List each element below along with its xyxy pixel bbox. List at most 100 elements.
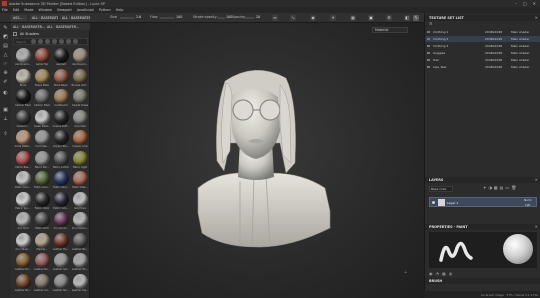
lazy-mouse-icon[interactable]: ∿ <box>290 15 296 21</box>
close-button[interactable]: ✕ <box>533 1 536 6</box>
paint-brush-icon[interactable]: ✎ <box>2 25 9 32</box>
material-swatch[interactable] <box>72 212 88 227</box>
material-swatch[interactable] <box>34 253 50 268</box>
stroke-opacity-slider[interactable] <box>217 17 225 19</box>
material-swatch[interactable] <box>15 48 31 63</box>
material-swatch[interactable] <box>34 130 50 145</box>
texture-set-row[interactable]: Clothing 3 2048x2048 Main shader <box>425 43 540 49</box>
flow-value[interactable]: 100 <box>176 15 182 19</box>
texture-set-resolution[interactable]: 2048x2048 <box>485 58 502 62</box>
projection-icon[interactable]: ▤ <box>2 43 9 50</box>
texture-set-row[interactable]: Clothing 1 2048x2048 Main shader <box>425 29 540 35</box>
texture-set-visibility-icon[interactable] <box>427 66 430 68</box>
material-swatch[interactable] <box>15 212 31 227</box>
material-swatch[interactable] <box>34 89 50 104</box>
filter-brushes-icon[interactable] <box>52 39 57 44</box>
layer-opacity[interactable]: 100 <box>525 203 530 207</box>
texture-set-shader[interactable]: Main shader <box>511 37 529 41</box>
material-swatch[interactable] <box>15 273 31 289</box>
texture-set-shader[interactable]: Main shader <box>511 51 529 55</box>
material-swatch[interactable] <box>72 150 88 166</box>
texture-set-visibility-icon[interactable] <box>427 59 430 61</box>
material-swatch[interactable] <box>34 212 50 227</box>
material-swatch[interactable] <box>72 191 88 207</box>
layer-channel-dropdown[interactable]: Base color <box>429 186 453 192</box>
spacing-slider[interactable] <box>244 17 254 19</box>
paint-mode-icon[interactable]: ✎ <box>413 15 419 21</box>
filter-settings-icon[interactable] <box>73 39 78 44</box>
measure-icon[interactable]: ⟂ <box>2 116 9 123</box>
material-tab-icon[interactable]: ◍ <box>449 271 456 276</box>
menu-mode[interactable]: Mode <box>24 8 33 12</box>
render-icon[interactable]: ▣ <box>368 15 374 21</box>
texture-set-visibility-icon[interactable] <box>427 52 430 54</box>
polygon-fill-icon[interactable]: △ <box>2 52 9 59</box>
toolbar-tab-basematerials[interactable]: ALL · BASEMATER... <box>30 15 58 21</box>
material-swatch[interactable] <box>34 109 50 125</box>
menu-file[interactable]: File <box>2 8 8 12</box>
environment-icon[interactable]: ☀ <box>330 15 336 21</box>
spacing-value[interactable]: 20 <box>256 15 260 19</box>
texture-set-resolution[interactable]: 2048x2048 <box>485 65 502 69</box>
texture-set-shader[interactable]: Main shader <box>511 44 529 48</box>
material-swatch[interactable] <box>72 253 88 268</box>
material-picker-icon[interactable]: ◐ <box>2 90 9 97</box>
texture-set-resolution[interactable]: 2048x2048 <box>485 51 502 55</box>
material-swatch[interactable] <box>34 150 50 166</box>
material-swatch[interactable] <box>34 273 50 289</box>
texture-set-row[interactable]: Goggles 2048x2048 Main shader <box>425 50 540 56</box>
menu-viewport[interactable]: Viewport <box>57 8 72 12</box>
material-swatch[interactable] <box>15 109 31 125</box>
texture-set-visibility-icon[interactable] <box>427 31 430 33</box>
toolbar-tab-assets[interactable]: ASS... <box>11 15 27 21</box>
material-swatch[interactable] <box>15 171 31 186</box>
material-swatch[interactable] <box>72 273 88 289</box>
minimize-button[interactable]: – <box>515 1 517 6</box>
material-swatch[interactable] <box>72 232 88 248</box>
delete-layer-icon[interactable]: 🗑 <box>511 185 518 190</box>
share-icon[interactable]: ⇪ <box>2 131 9 138</box>
clone-icon[interactable]: ⊕ <box>2 70 9 77</box>
material-swatch[interactable] <box>53 109 69 125</box>
camera-view-icon[interactable]: ◧ <box>404 15 410 21</box>
camera-icon[interactable]: ◉ <box>310 15 316 21</box>
material-swatch[interactable] <box>15 253 31 268</box>
material-swatch[interactable] <box>34 68 50 84</box>
material-swatch[interactable] <box>15 191 31 207</box>
stencil-tab-icon[interactable]: ▦ <box>442 271 449 276</box>
material-swatch[interactable] <box>53 48 69 63</box>
material-swatch[interactable] <box>53 232 69 248</box>
material-swatch[interactable] <box>53 68 69 84</box>
filter-environment-icon[interactable] <box>66 39 71 44</box>
menu-python[interactable]: Python <box>99 8 111 12</box>
material-swatch[interactable] <box>15 232 31 248</box>
texture-set-resolution[interactable]: 2048x2048 <box>485 44 502 48</box>
color-picker-icon[interactable]: ✐ <box>2 79 9 86</box>
shelf-tab-basematerials-2[interactable]: ALL · BASEMATER... <box>47 25 79 29</box>
texture-set-visibility-icon[interactable] <box>427 38 430 40</box>
size-slider[interactable] <box>120 17 134 19</box>
flow-slider[interactable] <box>160 17 174 19</box>
material-swatch[interactable] <box>53 130 69 145</box>
layer-row[interactable]: Layer 1 Norm 100 <box>429 197 537 207</box>
material-swatch[interactable] <box>53 171 69 186</box>
texture-set-resolution[interactable]: 2048x2048 <box>485 30 502 34</box>
material-swatch[interactable] <box>15 89 31 104</box>
shelf-tab-basematerials[interactable]: ALL · BASEMATER... <box>13 25 45 29</box>
3d-viewport[interactable]: Material ⊥ <box>90 23 424 298</box>
texture-set-settings-icon[interactable]: ☰ <box>429 22 432 26</box>
material-swatch[interactable] <box>15 150 31 166</box>
texture-set-visibility-icon[interactable] <box>427 45 430 47</box>
size-value[interactable]: 2.6 <box>136 15 141 19</box>
bake-icon[interactable]: ▣ <box>2 107 9 114</box>
properties-close-icon[interactable]: × <box>535 224 538 229</box>
toolbar-tab-basematerials-2[interactable]: ALL · BASEMATER... <box>60 15 90 21</box>
layers-close-icon[interactable]: × <box>535 177 538 182</box>
layer-name[interactable]: Layer 1 <box>447 201 458 205</box>
material-swatch[interactable] <box>34 232 50 248</box>
material-swatch[interactable] <box>72 89 88 104</box>
material-swatch[interactable] <box>53 150 69 166</box>
texture-set-shader[interactable]: Main shader <box>511 30 529 34</box>
menu-javascript[interactable]: JavaScript <box>77 8 94 12</box>
texture-set-shader[interactable]: Main shader <box>511 58 529 62</box>
